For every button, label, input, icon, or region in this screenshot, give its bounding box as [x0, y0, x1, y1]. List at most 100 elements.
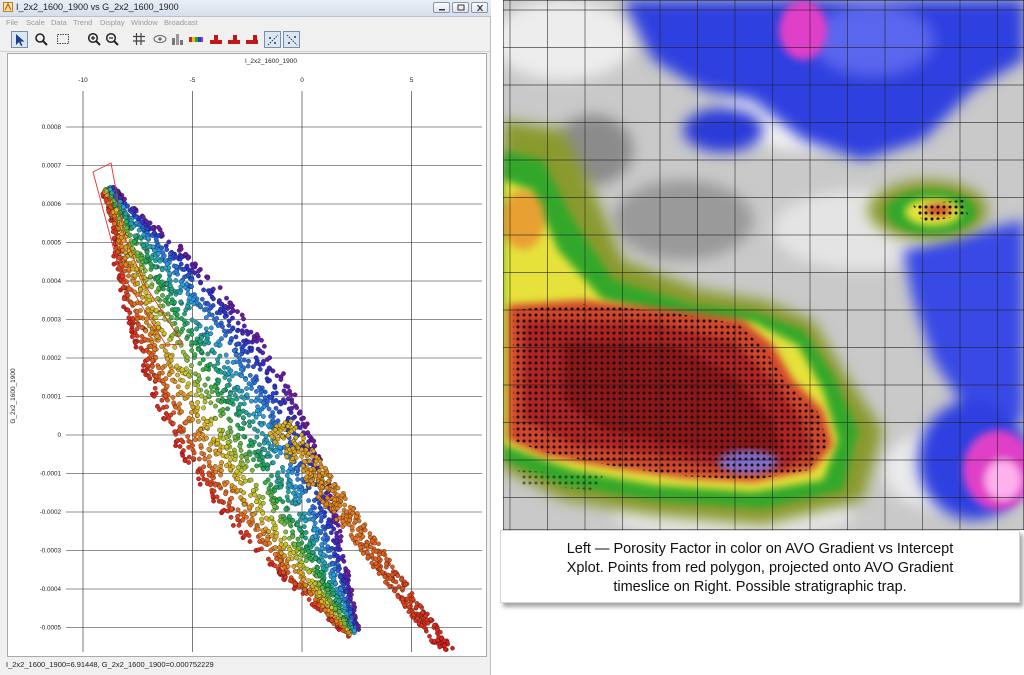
scatter-point	[301, 577, 306, 582]
scatter-point	[342, 602, 347, 608]
scatter-point	[290, 445, 296, 451]
scatter-point	[177, 427, 183, 433]
scatter-point	[211, 296, 216, 302]
scatter-point	[258, 463, 264, 468]
scatter-point	[193, 320, 199, 325]
regression-2-button[interactable]	[283, 31, 300, 48]
maximize-button[interactable]	[452, 2, 469, 13]
scatter-point	[256, 457, 262, 463]
scatter-point	[125, 293, 131, 298]
scatter-point	[162, 389, 168, 394]
scatter-point	[211, 436, 216, 442]
scatter-point	[303, 558, 309, 563]
scatter-point	[173, 254, 179, 260]
scatter-point	[369, 552, 375, 558]
scatter-point	[306, 498, 311, 503]
scatter-point	[265, 398, 270, 404]
zoom-in-button[interactable]	[86, 31, 103, 48]
scatter-point	[262, 389, 268, 395]
scatter-point	[227, 377, 232, 383]
scatter-point	[183, 420, 189, 426]
scatter-point	[281, 570, 286, 575]
crossplot-window: I_2x2_1600_1900 vs G_2x2_1600_1900 File …	[0, 0, 491, 675]
scatter-point	[376, 541, 381, 547]
y-axis-title: G_2x2_1600_1900	[10, 368, 17, 424]
zoom-box-button[interactable]	[33, 31, 50, 48]
scatter-point	[153, 373, 159, 379]
trend-red-3-button[interactable]	[244, 31, 261, 48]
scatter-point	[227, 467, 233, 472]
scatter-point	[279, 542, 284, 547]
scatter-point	[186, 460, 192, 465]
scatter-point	[295, 477, 301, 482]
scatter-point	[136, 322, 141, 327]
scatter-point	[282, 564, 287, 570]
menu-broadcast[interactable]: Broadcast	[164, 18, 198, 27]
scatter-point	[289, 470, 295, 475]
scatter-point	[144, 226, 150, 232]
scatter-point	[319, 579, 325, 585]
scatter-point	[307, 458, 312, 464]
menu-data[interactable]: Data	[51, 18, 67, 27]
scatter-point	[138, 235, 143, 241]
scatter-point	[257, 532, 263, 538]
scatter-point	[283, 506, 289, 512]
scatter-point	[225, 359, 230, 365]
menu-window[interactable]: Window	[131, 18, 158, 27]
scatter-point	[248, 477, 254, 483]
scatter-point	[143, 258, 149, 264]
menu-trend[interactable]: Trend	[73, 18, 92, 27]
scatter-point	[303, 447, 309, 453]
scatter-point	[317, 473, 322, 479]
scatter-point	[150, 364, 155, 369]
scatter-point	[255, 448, 261, 454]
scatter-point	[187, 295, 193, 301]
scatter-point	[228, 418, 234, 424]
scatter-point	[311, 443, 317, 449]
scatter-point	[297, 526, 302, 532]
trend-red-1-button[interactable]	[208, 31, 225, 48]
menu-scale[interactable]: Scale	[26, 18, 45, 27]
scatter-point	[310, 481, 316, 487]
scatter-point	[230, 360, 236, 365]
scatter-point	[297, 582, 302, 588]
scatter-point	[206, 472, 212, 478]
scatter-point	[136, 227, 142, 233]
scatter-point	[165, 311, 171, 317]
scatter-point	[157, 258, 163, 264]
scatter-point	[196, 456, 202, 462]
scatter-point	[282, 521, 287, 527]
scatter-point	[284, 454, 289, 459]
scatter-point	[313, 458, 319, 464]
zoom-out-button[interactable]	[104, 31, 121, 48]
scatter-point	[190, 264, 196, 270]
grid-button[interactable]	[131, 31, 148, 48]
select-box-button[interactable]	[55, 31, 72, 48]
minimize-button[interactable]	[433, 2, 450, 13]
scatter-point	[203, 326, 209, 332]
scatter-point	[423, 613, 428, 619]
scatter-point	[319, 515, 325, 521]
menu-file[interactable]: File	[6, 18, 18, 27]
scatter-point	[203, 339, 209, 344]
regression-1-button[interactable]	[264, 31, 281, 48]
scatter-point	[148, 261, 154, 267]
menu-display[interactable]: Display	[100, 18, 125, 27]
scatter-point	[159, 245, 165, 251]
scatter-point	[240, 461, 246, 467]
pointer-button[interactable]	[11, 31, 28, 48]
scatter-point	[145, 363, 150, 369]
crossplot-canvas[interactable]: I_2x2_1600_1900 G_2x2_1600_1900 -10 -5 0 5 …	[8, 54, 486, 656]
scatter-point	[197, 361, 203, 366]
histogram-button[interactable]	[170, 31, 187, 48]
trend-red-2-button[interactable]	[226, 31, 243, 48]
close-button[interactable]	[471, 2, 488, 13]
scatter-point	[320, 499, 326, 505]
color-bar-button[interactable]	[188, 31, 205, 48]
scatter-point	[315, 494, 321, 500]
scatter-point	[220, 324, 225, 329]
scatter-point	[303, 582, 308, 588]
eye-button[interactable]	[152, 31, 169, 48]
scatter-point	[188, 369, 193, 375]
scatter-point	[218, 306, 224, 312]
